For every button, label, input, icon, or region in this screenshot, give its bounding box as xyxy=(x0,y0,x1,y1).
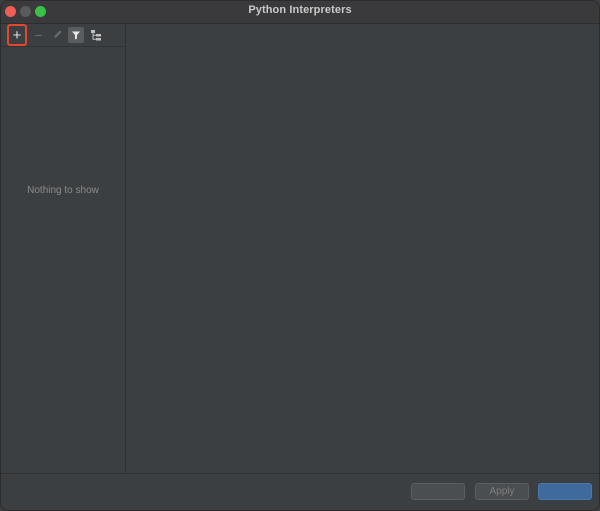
filter-icon xyxy=(72,31,80,40)
add-interpreter-button[interactable]: + xyxy=(7,24,27,46)
apply-button[interactable]: Apply xyxy=(475,483,529,500)
tree-icon xyxy=(90,29,101,40)
remove-interpreter-button[interactable]: − xyxy=(30,26,47,43)
interpreter-list-panel: + − Nothing to show xyxy=(1,24,126,476)
title-bar: Python Interpreters xyxy=(1,1,599,24)
window-title: Python Interpreters xyxy=(248,4,352,16)
empty-list-message: Nothing to show xyxy=(27,185,99,196)
interpreter-toolbar: + − xyxy=(1,24,125,47)
pencil-icon xyxy=(54,30,62,38)
dialog-footer: Apply xyxy=(1,473,599,510)
interpreter-details-panel xyxy=(126,24,599,476)
minus-icon: − xyxy=(34,26,43,43)
ok-button[interactable] xyxy=(538,483,592,500)
show-paths-button[interactable] xyxy=(87,26,104,43)
cancel-button[interactable] xyxy=(411,483,465,500)
plus-icon: + xyxy=(12,26,22,44)
filter-button[interactable] xyxy=(68,27,84,43)
edit-interpreter-button[interactable] xyxy=(49,26,66,43)
python-interpreters-dialog: Python Interpreters + − Nothing to show … xyxy=(0,0,600,511)
